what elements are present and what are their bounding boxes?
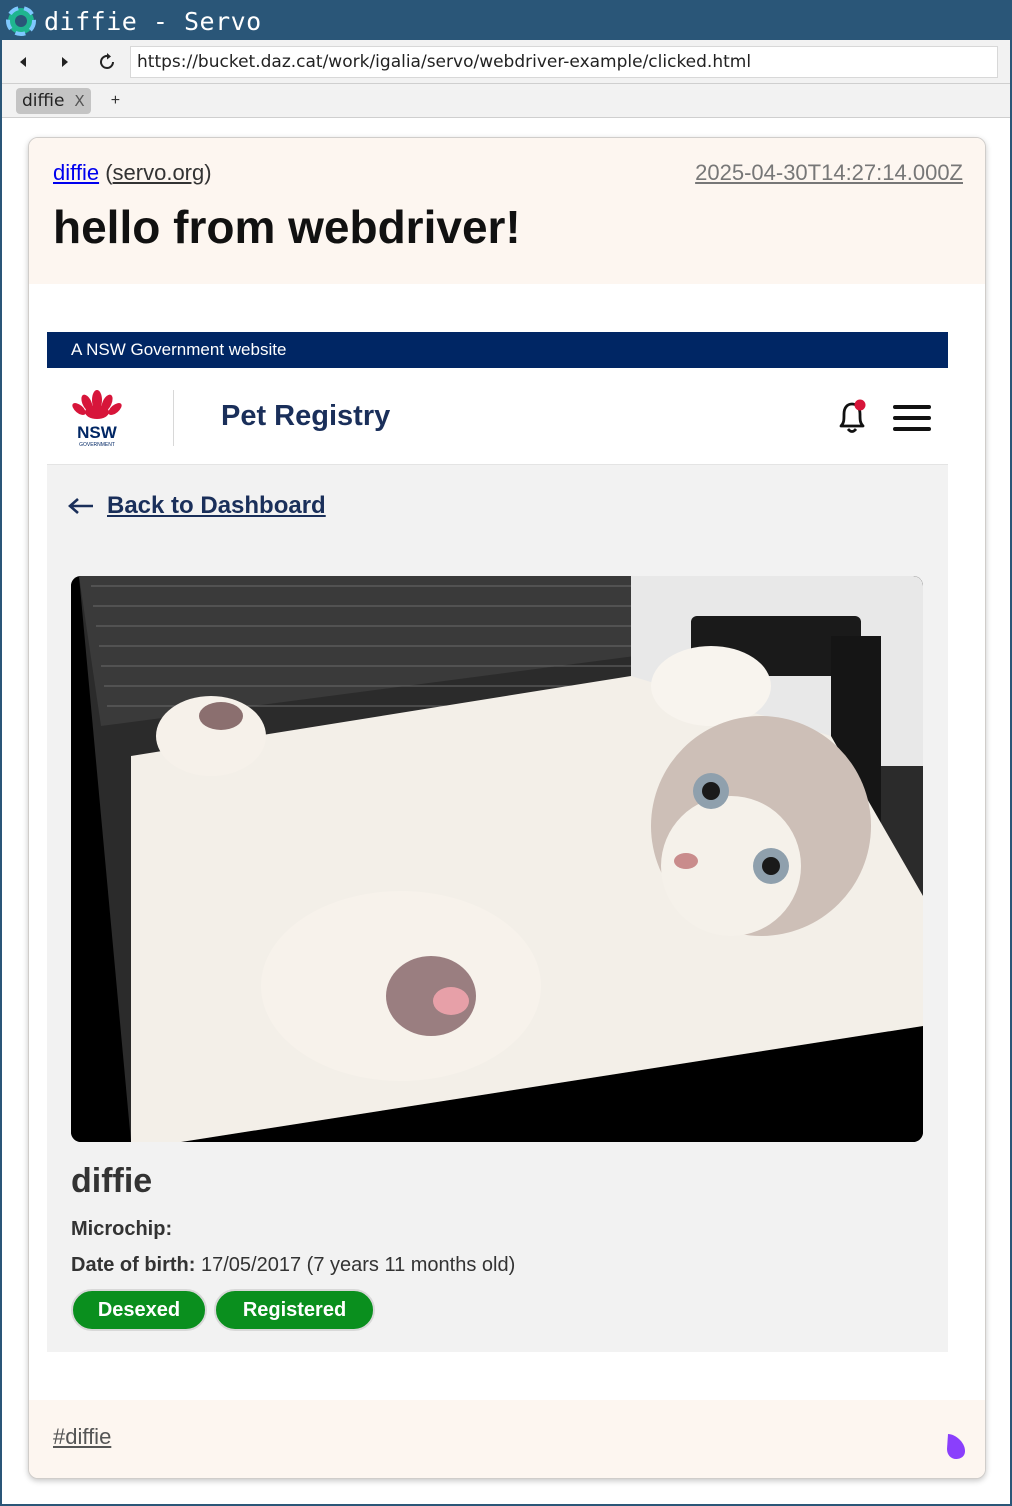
instance-paren-open: ( bbox=[105, 160, 113, 185]
dob-value: 17/05/2017 (7 years 11 months old) bbox=[201, 1254, 516, 1276]
blob-icon bbox=[947, 1434, 965, 1459]
back-arrow-icon bbox=[68, 498, 93, 514]
registry-header: NSW GOVERNMENT Pet Registry bbox=[47, 368, 948, 465]
back-arrow-icon bbox=[20, 56, 26, 67]
back-link-label: Back to Dashboard bbox=[107, 492, 326, 519]
reload-button[interactable] bbox=[86, 42, 128, 82]
post-header: diffie (servo.org) 2025-04-30T14:27:14.0… bbox=[29, 138, 985, 284]
nsw-logo-subtext: GOVERNMENT bbox=[79, 442, 115, 448]
author-link[interactable]: diffie bbox=[53, 160, 99, 185]
new-tab-button[interactable]: + bbox=[111, 92, 120, 110]
forward-button[interactable] bbox=[44, 42, 86, 82]
window-title: diffie - Servo bbox=[44, 6, 262, 36]
hashtag-link[interactable]: #diffie bbox=[53, 1424, 111, 1450]
servo-logo-icon bbox=[6, 6, 36, 36]
tab-diffie[interactable]: diffie X bbox=[16, 87, 91, 114]
tab-close-button[interactable]: X bbox=[74, 92, 84, 110]
pet-photo bbox=[71, 576, 923, 1142]
bell-icon[interactable] bbox=[835, 398, 869, 436]
status-badge-desexed: Desexed bbox=[71, 1289, 207, 1331]
cat-photo-illustration bbox=[71, 576, 923, 1142]
tab-label: diffie bbox=[22, 90, 65, 111]
registry-title: Pet Registry bbox=[221, 400, 391, 432]
instance-paren-close: ) bbox=[204, 160, 212, 185]
url-input[interactable]: https://bucket.daz.cat/work/igalia/servo… bbox=[130, 45, 998, 78]
status-badge-registered: Registered bbox=[214, 1289, 375, 1331]
titlebar: diffie - Servo bbox=[2, 2, 1010, 40]
dob-row: Date of birth: 17/05/2017 (7 years 11 mo… bbox=[71, 1254, 515, 1277]
post-timestamp[interactable]: 2025-04-30T14:27:14.000Z bbox=[695, 160, 963, 186]
back-button[interactable] bbox=[2, 42, 44, 82]
header-divider bbox=[173, 390, 174, 446]
nsw-waratah-logo: NSW GOVERNMENT bbox=[72, 390, 122, 448]
author-line: diffie (servo.org) bbox=[53, 160, 212, 186]
back-to-dashboard-link[interactable]: Back to Dashboard bbox=[67, 492, 326, 520]
post-title: hello from webdriver! bbox=[53, 201, 521, 253]
gov-banner: A NSW Government website bbox=[47, 332, 948, 368]
nsw-logo-text: NSW bbox=[77, 423, 118, 442]
post-card: diffie (servo.org) 2025-04-30T14:27:14.0… bbox=[28, 137, 986, 1479]
microchip-row: Microchip: bbox=[71, 1218, 172, 1241]
page-viewport: diffie (servo.org) 2025-04-30T14:27:14.0… bbox=[2, 119, 1010, 1504]
dob-label: Date of birth: bbox=[71, 1254, 196, 1276]
microchip-label: Microchip: bbox=[71, 1218, 173, 1240]
post-footer: #diffie bbox=[29, 1400, 985, 1478]
tab-bar: diffie X + bbox=[2, 84, 1010, 118]
pet-name: diffie bbox=[71, 1162, 153, 1200]
browser-window: diffie - Servo https://bucket.daz.cat/wo… bbox=[0, 0, 1012, 1506]
reload-icon bbox=[100, 52, 114, 69]
forward-arrow-icon bbox=[62, 56, 68, 67]
attached-screenshot[interactable]: A NSW Government website NSW GOVERNMENT bbox=[47, 332, 948, 1352]
hamburger-menu-icon[interactable] bbox=[891, 402, 933, 434]
instance-link[interactable]: servo.org bbox=[113, 160, 205, 185]
navigation-bar: https://bucket.daz.cat/work/igalia/servo… bbox=[2, 40, 1010, 84]
